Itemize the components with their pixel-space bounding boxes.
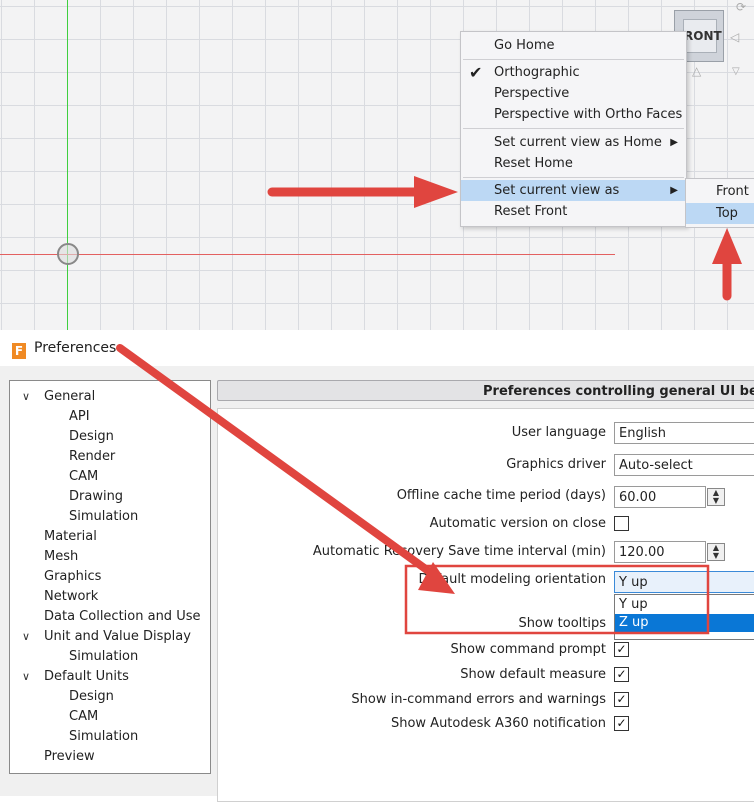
show-default-measure-checkbox[interactable]: ✓ xyxy=(614,667,629,682)
window-title-text: Preferences xyxy=(34,340,117,356)
tree-item-simulation[interactable]: Simulation xyxy=(69,647,138,667)
tree-item-network[interactable]: Network xyxy=(44,587,98,607)
show-errors-checkbox[interactable]: ✓ xyxy=(614,692,629,707)
origin-marker xyxy=(57,243,79,265)
show-errors-label: Show in-command errors and warnings xyxy=(351,692,606,707)
offline-cache-label: Offline cache time period (days) xyxy=(396,488,606,503)
show-command-prompt-checkbox[interactable]: ✓ xyxy=(614,642,629,657)
tree-item-graphics[interactable]: Graphics xyxy=(44,567,101,587)
expand-chevron-icon[interactable]: ∨ xyxy=(22,627,30,647)
tree-item-drawing[interactable]: Drawing xyxy=(69,487,123,507)
preferences-tree[interactable]: ∨ General API Design Render CAM Drawing S… xyxy=(9,380,211,774)
auto-recovery-label: Automatic Recovery Save time interval (m… xyxy=(312,544,606,559)
user-language-label: User language xyxy=(511,425,606,440)
orientation-option-z-up[interactable]: Z up xyxy=(615,614,754,632)
tree-item-cam[interactable]: CAM xyxy=(69,467,98,487)
tree-item-design[interactable]: Design xyxy=(69,687,114,707)
settings-rows: User language English Graphics driver Au… xyxy=(217,0,754,796)
preferences-window-title: F Preferences xyxy=(12,338,117,359)
tree-label: Unit and Value Display xyxy=(44,629,191,644)
modeling-orientation-label: Default modeling orientation xyxy=(418,572,606,587)
tree-item-default-units[interactable]: ∨ Default Units xyxy=(22,667,129,687)
orientation-option-y-up[interactable]: Y up xyxy=(615,596,754,614)
tree-item-simulation[interactable]: Simulation xyxy=(69,727,138,747)
expand-chevron-icon[interactable]: ∨ xyxy=(22,667,30,687)
show-default-measure-label: Show default measure xyxy=(460,667,606,682)
modeling-orientation-select[interactable]: Y up xyxy=(614,571,754,593)
auto-version-label: Automatic version on close xyxy=(429,516,606,531)
tree-item-cam[interactable]: CAM xyxy=(69,707,98,727)
graphics-driver-select[interactable]: Auto-select xyxy=(614,454,754,476)
tree-item-data-collection[interactable]: Data Collection and Use xyxy=(44,607,200,627)
show-tooltips-label: Show tooltips xyxy=(518,616,606,631)
y-axis-line xyxy=(67,0,68,330)
offline-cache-input[interactable]: 60.00 xyxy=(614,486,706,508)
tree-item-preview[interactable]: Preview xyxy=(44,747,95,767)
tree-item-simulation[interactable]: Simulation xyxy=(69,507,138,527)
show-command-prompt-label: Show command prompt xyxy=(450,642,606,657)
tree-item-mesh[interactable]: Mesh xyxy=(44,547,78,567)
offline-cache-spinner[interactable]: ▲ ▼ xyxy=(707,488,725,506)
tree-item-material[interactable]: Material xyxy=(44,527,97,547)
auto-recovery-input[interactable]: 120.00 xyxy=(614,541,706,563)
auto-recovery-spinner[interactable]: ▲ ▼ xyxy=(707,543,725,561)
expand-chevron-icon[interactable]: ∨ xyxy=(22,387,30,407)
tree-item-design[interactable]: Design xyxy=(69,427,114,447)
tree-label: General xyxy=(44,389,96,404)
tree-item-unit-value-display[interactable]: ∨ Unit and Value Display xyxy=(22,627,191,647)
orientation-dropdown-list: Y up Z up xyxy=(614,594,754,640)
user-language-select[interactable]: English xyxy=(614,422,754,444)
show-a360-label: Show Autodesk A360 notification xyxy=(390,716,606,731)
auto-version-checkbox[interactable] xyxy=(614,516,629,531)
show-a360-checkbox[interactable]: ✓ xyxy=(614,716,629,731)
tree-label: Default Units xyxy=(44,669,129,684)
graphics-driver-label: Graphics driver xyxy=(506,457,606,472)
tree-item-render[interactable]: Render xyxy=(69,447,115,467)
tree-item-api[interactable]: API xyxy=(69,407,90,427)
tree-item-general[interactable]: ∨ General xyxy=(22,387,96,407)
fusion-app-icon: F xyxy=(12,343,26,359)
